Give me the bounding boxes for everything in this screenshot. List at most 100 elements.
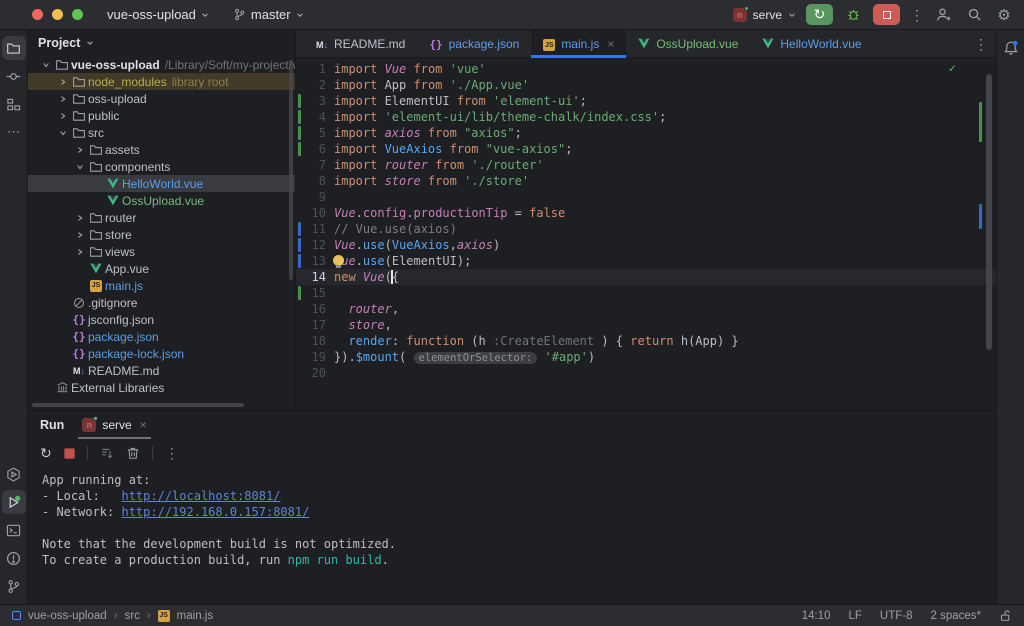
tree-item-src[interactable]: src [28,124,295,141]
project-selector[interactable]: vue-oss-upload [101,4,215,25]
modified-line-marker[interactable] [298,238,301,252]
close-icon[interactable]: × [607,37,614,51]
code-line-7[interactable]: 7 import router from './router' [296,157,996,173]
inspection-ok-icon[interactable]: ✓ [949,60,956,76]
project-widget-icon[interactable] [12,611,21,620]
unlock-icon[interactable] [999,609,1012,622]
tool-window-services-button[interactable] [2,462,26,486]
scroll-to-end-button[interactable] [100,446,114,460]
tree-item-assets[interactable]: assets [28,141,295,158]
editor-tab-readme-md[interactable]: M↓ README.md [304,30,417,57]
tree-item-package-json[interactable]: {} package.json [28,328,295,345]
breadcrumb-file[interactable]: main.js [177,610,213,622]
chevron-collapsed-icon[interactable] [72,248,87,256]
code-line-10[interactable]: 10 Vue.config.productionTip = false [296,205,996,221]
more-tool-windows-button[interactable]: ⋯ [2,120,26,144]
modified-line-marker[interactable] [298,222,301,236]
project-tree-horizontal-scrollbar[interactable] [32,403,244,407]
clear-console-button[interactable] [126,446,140,460]
chevron-collapsed-icon[interactable] [72,146,87,154]
notifications-button[interactable] [999,36,1023,60]
debug-button[interactable] [843,7,863,22]
tree-item--gitignore[interactable]: .gitignore [28,294,295,311]
tree-item-app-vue[interactable]: App.vue [28,260,295,277]
console-options-menu[interactable]: ⋮ [165,446,179,460]
editor-tab-helloworld-vue[interactable]: HelloWorld.vue [750,30,873,57]
search-everywhere-button[interactable] [964,7,984,22]
code-with-me-button[interactable] [934,7,954,23]
code-line-16[interactable]: 16 router, [296,301,996,317]
tree-item-views[interactable]: views [28,243,295,260]
close-icon[interactable]: × [140,418,147,432]
close-window-button[interactable] [32,9,43,20]
rerun-button[interactable]: ↻ [806,4,833,25]
tree-item-helloworld-vue[interactable]: HelloWorld.vue [28,175,295,192]
chevron-expanded-icon[interactable] [72,163,87,171]
intention-bulb-icon[interactable] [333,255,344,268]
tab-options-menu[interactable]: ⋮ [974,37,988,51]
project-tree-vertical-scrollbar[interactable] [289,60,293,280]
code-line-13[interactable]: 13 Vue.use(ElementUI); [296,253,996,269]
code-line-11[interactable]: 11// Vue.use(axios) [296,221,996,237]
chevron-collapsed-icon[interactable] [55,95,70,103]
code-line-20[interactable]: 20 [296,365,996,381]
code-editor[interactable]: 1 import Vue from 'vue' 2 import App from '… [296,58,996,410]
breadcrumb-folder[interactable]: src [124,610,139,622]
chevron-collapsed-icon[interactable] [72,231,87,239]
line-ending-widget[interactable]: LF [848,610,861,622]
tree-item-components[interactable]: components [28,158,295,175]
tree-item-store[interactable]: store [28,226,295,243]
minimize-window-button[interactable] [52,9,63,20]
editor-tab-package-json[interactable]: {} package.json [417,30,531,57]
caret-position-widget[interactable]: 14:10 [802,610,831,622]
added-lines-stripe-mark[interactable] [979,102,982,142]
branch-selector[interactable]: master [227,4,310,25]
tree-item-router[interactable]: router [28,209,295,226]
chevron-expanded-icon[interactable] [55,129,70,137]
tree-item-ossupload-vue[interactable]: OssUpload.vue [28,192,295,209]
code-line-15[interactable]: 15 [296,285,996,301]
code-line-9[interactable]: 9 [296,189,996,205]
tree-item-node-modules[interactable]: node_modules library root [28,73,295,90]
run-configuration-selector[interactable]: n serve [732,5,796,22]
tree-item-external-libraries[interactable]: External Libraries [28,379,295,396]
modified-line-marker[interactable] [298,254,301,268]
editor-scrollbar[interactable] [986,74,992,350]
project-panel-title[interactable]: Project [38,36,80,50]
code-line-1[interactable]: 1 import Vue from 'vue' [296,61,996,77]
tree-item-main-js[interactable]: JS main.js [28,277,295,294]
run-tab-serve[interactable]: n serve × [78,411,152,439]
code-line-14[interactable]: 14new Vue({ [296,269,996,285]
added-line-marker[interactable] [298,286,301,300]
added-line-marker[interactable] [298,126,301,140]
stop-button[interactable] [63,447,75,459]
tool-window-run-button[interactable] [1,490,26,514]
code-line-8[interactable]: 8 import store from './store' [296,173,996,189]
fullscreen-window-button[interactable] [72,9,83,20]
tree-item-vue-oss-upload[interactable]: vue-oss-upload/Library/Soft/my-project/v… [28,56,295,73]
tool-window-project-button[interactable] [1,36,26,60]
tree-item-package-lock-json[interactable]: {} package-lock.json [28,345,295,362]
tool-window-commit-button[interactable] [2,64,26,88]
added-line-marker[interactable] [298,142,301,156]
tree-item-readme-md[interactable]: M↓ README.md [28,362,295,379]
settings-button[interactable]: ⚙ [994,6,1014,24]
code-line-5[interactable]: 5 import axios from "axios"; [296,125,996,141]
tool-window-terminal-button[interactable] [2,518,26,542]
code-line-18[interactable]: 18 render: function (h :CreateElement ) … [296,333,996,349]
more-actions-menu[interactable]: ⋮ [910,8,924,22]
added-line-marker[interactable] [298,94,301,108]
chevron-collapsed-icon[interactable] [55,112,70,120]
chevron-expanded-icon[interactable] [38,61,53,69]
indent-widget[interactable]: 2 spaces* [930,610,981,622]
code-line-2[interactable]: 2 import App from './App.vue' [296,77,996,93]
tool-window-problems-button[interactable] [2,546,26,570]
tree-item-jsconfig-json[interactable]: {} jsconfig.json [28,311,295,328]
added-line-marker[interactable] [298,110,301,124]
chevron-collapsed-icon[interactable] [55,78,70,86]
console-url-link[interactable]: http://localhost:8081/ [121,489,280,503]
tool-window-git-button[interactable] [2,574,26,598]
tree-item-oss-upload[interactable]: oss-upload [28,90,295,107]
code-line-4[interactable]: 4 import 'element-ui/lib/theme-chalk/inde… [296,109,996,125]
chevron-collapsed-icon[interactable] [72,214,87,222]
